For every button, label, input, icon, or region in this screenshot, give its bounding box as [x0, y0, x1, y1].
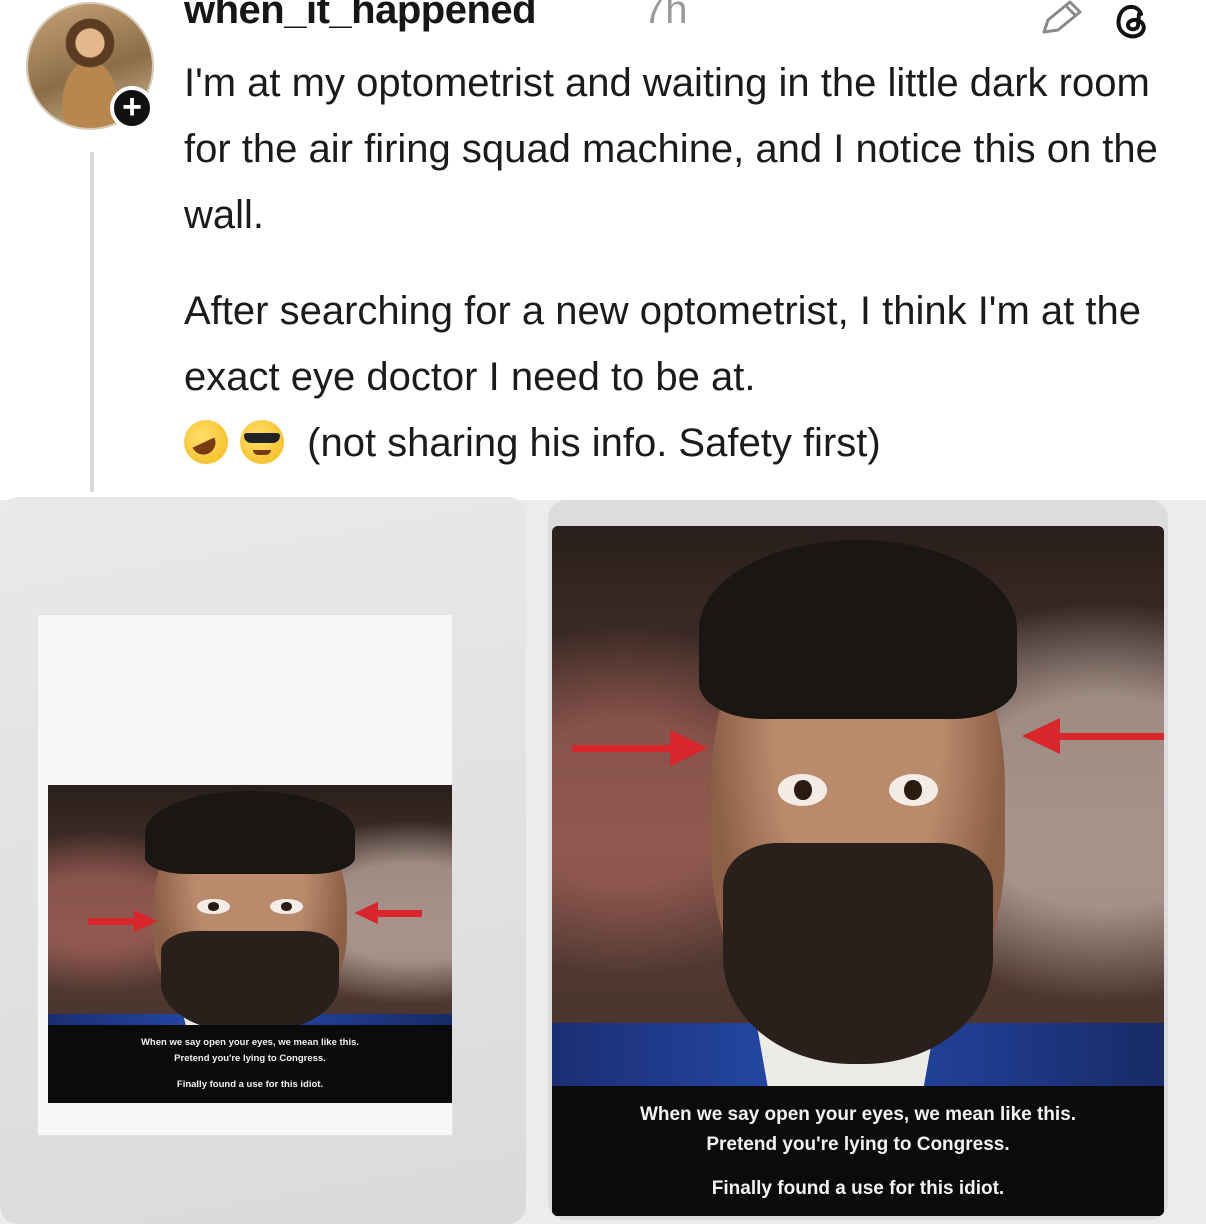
zoomed-photo-image[interactable]: When we say open your eyes, we mean like… [548, 500, 1168, 1220]
hair-shape [698, 539, 1018, 720]
author-avatar-group[interactable]: + [22, 2, 162, 132]
rolling-on-floor-laughing-icon [184, 420, 228, 464]
printed-sheet: When we say open your eyes, we mean like… [38, 615, 452, 1135]
hair-shape [144, 791, 356, 875]
caption-line-1: When we say open your eyes, we mean like… [639, 1104, 1077, 1125]
right-eye [888, 774, 938, 807]
caption-line-2: Pretend you're lying to Congress. [706, 1134, 1010, 1155]
post-time: 7h [643, 0, 688, 32]
caption-line-3: Finally found a use for this idiot. [176, 1079, 324, 1090]
follow-plus-icon[interactable]: + [110, 86, 154, 130]
post-paragraph-2-tail: (not sharing his info. Safety first) [307, 421, 881, 465]
threads-logo-icon[interactable] [1108, 0, 1154, 40]
caption-box-large: When we say open your eyes, we mean like… [552, 1086, 1164, 1216]
post-paragraph-2: After searching for a new optometrist, I… [184, 278, 1184, 476]
left-eye [197, 899, 230, 915]
thread-line [90, 152, 94, 492]
right-eye [270, 899, 303, 915]
wall-photo-image[interactable]: When we say open your eyes, we mean like… [0, 497, 526, 1224]
post-paragraph-1: I'm at my optometrist and waiting in the… [184, 61, 1158, 237]
beard-shape [723, 843, 993, 1065]
caption-line-2: Pretend you're lying to Congress. [174, 1053, 326, 1064]
beard-shape [161, 931, 339, 1034]
caption-line-1: When we say open your eyes, we mean like… [140, 1037, 360, 1048]
sunglasses-face-icon [240, 420, 284, 464]
portrait-image-large: When we say open your eyes, we mean like… [552, 526, 1164, 1216]
post-paragraph-2-main: After searching for a new optometrist, I… [184, 289, 1141, 399]
username[interactable]: when_it_happened [184, 0, 537, 33]
portrait-image-small: When we say open your eyes, we mean like… [48, 785, 452, 1103]
caption-box-small: When we say open your eyes, we mean like… [48, 1025, 452, 1103]
caption-line-3: Finally found a use for this idiot. [711, 1178, 1005, 1199]
edit-pencil-icon[interactable] [1036, 0, 1086, 38]
